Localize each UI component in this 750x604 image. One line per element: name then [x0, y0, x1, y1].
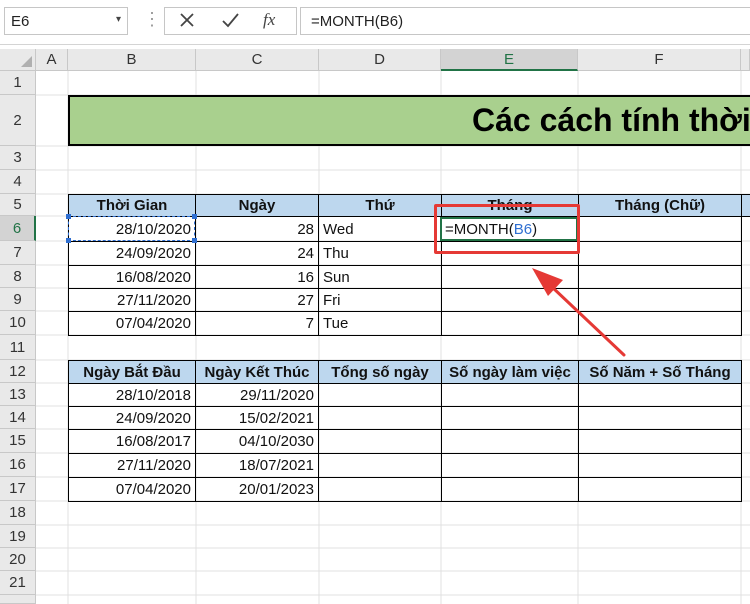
annotation-arrow-icon [532, 268, 626, 357]
